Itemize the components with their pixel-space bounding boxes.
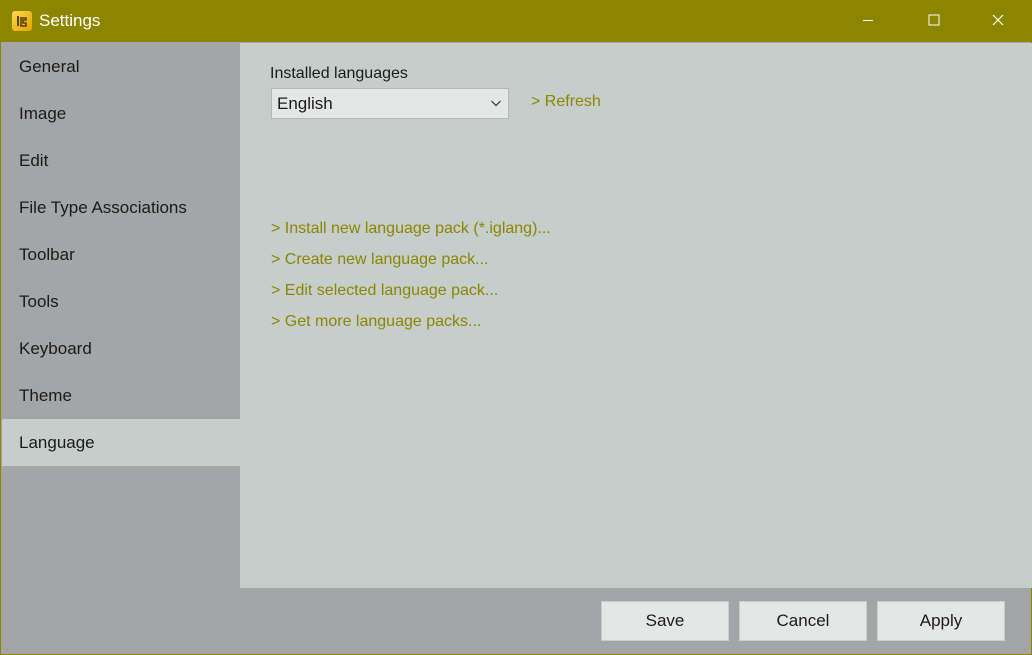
sidebar-item-toolbar[interactable]: Toolbar bbox=[2, 231, 240, 278]
edit-language-pack-link[interactable]: > Edit selected language pack... bbox=[271, 282, 498, 300]
install-language-pack-link[interactable]: > Install new language pack (*.iglang)..… bbox=[271, 220, 551, 238]
cancel-button[interactable]: Cancel bbox=[739, 601, 867, 641]
installed-languages-label: Installed languages bbox=[270, 65, 408, 82]
minimize-icon bbox=[862, 13, 874, 31]
settings-sidebar: General Image Edit File Type Association… bbox=[2, 43, 240, 588]
sidebar-item-file-type-associations[interactable]: File Type Associations bbox=[2, 184, 240, 231]
sidebar-item-edit[interactable]: Edit bbox=[2, 137, 240, 184]
get-more-language-packs-link[interactable]: > Get more language packs... bbox=[271, 313, 481, 331]
create-language-pack-link[interactable]: > Create new language pack... bbox=[271, 251, 488, 269]
sidebar-item-keyboard[interactable]: Keyboard bbox=[2, 325, 240, 372]
sidebar-item-language[interactable]: Language bbox=[2, 419, 240, 466]
refresh-link[interactable]: > Refresh bbox=[531, 93, 601, 111]
imageglass-icon bbox=[12, 11, 32, 31]
minimize-button[interactable] bbox=[835, 1, 901, 42]
language-select[interactable]: English bbox=[271, 88, 509, 119]
close-button[interactable] bbox=[965, 1, 1031, 42]
settings-window: Settings General Image Edit File Type As… bbox=[0, 0, 1032, 655]
maximize-icon bbox=[928, 13, 940, 31]
language-select-value: English bbox=[277, 93, 333, 113]
window-title: Settings bbox=[39, 11, 101, 30]
sidebar-item-tools[interactable]: Tools bbox=[2, 278, 240, 325]
title-bar[interactable]: Settings bbox=[1, 1, 1031, 42]
language-panel: Installed languages English > Refresh > … bbox=[240, 43, 1032, 588]
save-button[interactable]: Save bbox=[601, 601, 729, 641]
sidebar-item-general[interactable]: General bbox=[2, 43, 240, 90]
apply-button[interactable]: Apply bbox=[877, 601, 1005, 641]
maximize-button[interactable] bbox=[901, 1, 967, 42]
chevron-down-icon bbox=[490, 97, 502, 109]
sidebar-item-image[interactable]: Image bbox=[2, 90, 240, 137]
sidebar-item-theme[interactable]: Theme bbox=[2, 372, 240, 419]
close-icon bbox=[992, 13, 1004, 31]
